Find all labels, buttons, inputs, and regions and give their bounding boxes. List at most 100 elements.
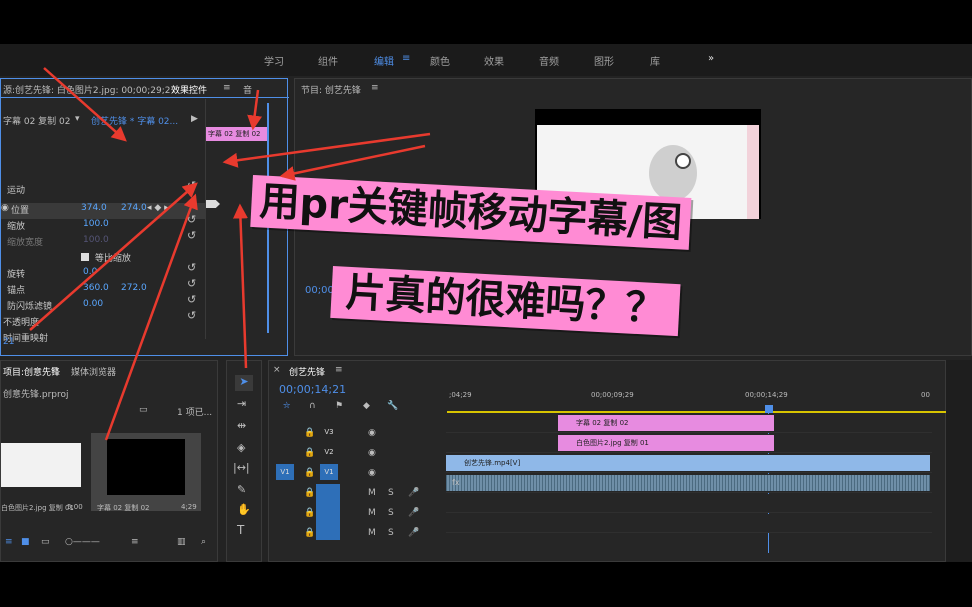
play-icon[interactable]: ▶ [191,114,198,124]
uniform-scale-row[interactable]: 等比缩放 [81,251,131,267]
eye-icon[interactable]: ◉ [368,428,376,438]
reset-icon[interactable]: ↺ [187,261,196,274]
mic-icon[interactable]: 🎤 [408,528,419,538]
type-tool-icon[interactable]: T [237,523,244,537]
panel-menu-icon[interactable]: ≡ [371,83,379,93]
scale-width-row[interactable]: 缩放宽度 100.0 [7,235,109,251]
reset-icon[interactable]: ↺ [187,179,196,192]
slip-icon[interactable]: |↔| [233,461,250,474]
effect-value[interactable]: 360.0 [83,283,109,293]
effect-value-2[interactable]: 274.0 [121,203,147,213]
marker-add-icon[interactable]: ◆ [363,401,370,411]
program-title[interactable]: 节目: 创艺先锋 [301,83,361,96]
workspace-tab-active[interactable]: 编辑 [374,53,394,68]
lock-icon[interactable]: 🔒 [304,488,315,498]
workspace-tab[interactable]: 学习 [264,53,284,68]
solo-icon[interactable]: S [388,488,394,498]
effect-value[interactable]: 0.0 [83,267,97,277]
workspace-more-icon[interactable]: » [708,53,714,64]
track-label[interactable]: V1 [320,464,338,480]
timeline-close-icon[interactable]: × [273,365,281,375]
marker-icon[interactable]: ⚑ [335,401,343,411]
panel-menu-icon[interactable]: ≡ [335,365,343,375]
track-select-icon[interactable]: ⇥ [237,397,246,410]
mic-icon[interactable]: 🎤 [408,508,419,518]
lock-icon[interactable]: 🔒 [304,468,315,478]
lock-icon[interactable]: 🔒 [304,508,315,518]
checkbox[interactable] [81,253,89,261]
search-icon[interactable]: ⌕ [201,537,206,547]
effect-timecode[interactable]: 21 [3,337,14,347]
effect-value[interactable]: 100.0 [83,235,109,245]
lock-icon[interactable]: 🔒 [304,448,315,458]
workspace-tab[interactable]: 组件 [318,53,338,68]
mini-clip[interactable]: 字幕 02 复制 02 [206,127,268,141]
razor-icon[interactable]: ◈ [237,441,245,454]
effect-clip-right[interactable]: 创艺先锋 * 字幕 02... [91,114,178,127]
reset-icon[interactable]: ↺ [187,229,196,242]
track-source[interactable]: V1 [276,464,294,480]
workspace-menu-icon[interactable]: ≡ [402,53,410,64]
anchor-row[interactable]: 锚点 360.0 272.0 [7,283,147,299]
mute-icon[interactable]: M [368,488,376,498]
workspace-tab[interactable]: 图形 [594,53,614,68]
thumbnail-white[interactable] [1,443,81,487]
list-view-icon[interactable]: ≡ [5,537,13,547]
lock-icon[interactable]: 🔒 [304,528,315,538]
reset-icon[interactable]: ↺ [187,277,196,290]
freeform-view-icon[interactable]: ▭ [41,537,50,547]
hand-icon[interactable]: ✋ [237,503,251,516]
folder-icon[interactable]: ▭ [139,405,148,415]
scale-row[interactable]: 缩放 100.0 [7,219,109,235]
icon-view-icon[interactable]: ■ [21,537,30,547]
track-label[interactable]: V2 [320,444,338,460]
reset-icon[interactable]: ↺ [187,309,196,322]
eye-icon[interactable]: ◉ [368,448,376,458]
opacity-row[interactable]: 不透明度 [3,315,39,331]
clip-audio[interactable] [446,475,930,491]
keyframe-icon[interactable] [206,200,220,208]
mic-icon[interactable]: 🎤 [408,488,419,498]
ripple-edit-icon[interactable]: ⇹ [237,419,246,432]
workspace-tab[interactable]: 音频 [539,53,559,68]
pen-icon[interactable]: ✎ [237,483,246,496]
keyframe-nav-icon[interactable]: ◂ ◆ ▸ [147,203,169,213]
solo-icon[interactable]: S [388,528,394,538]
zoom-slider[interactable]: ○——— [65,537,100,547]
motion-section[interactable]: 运动 [7,183,25,199]
magnet-icon[interactable]: ∩ [309,401,316,411]
clip-image[interactable]: 白色图片2.jpg 复制 01 [558,435,774,451]
eye-icon[interactable]: ◉ [368,468,376,478]
program-timecode[interactable]: 00;00 [305,285,334,296]
workspace-tab[interactable]: 颜色 [430,53,450,68]
tab-timeline[interactable]: 创艺先锋 [289,365,325,378]
panel-menu-icon[interactable]: ≡ [51,365,59,375]
wrench-icon[interactable]: 🔧 [387,401,398,411]
snap-icon[interactable]: ⛥ [283,401,290,411]
effect-value[interactable]: 374.0 [81,203,107,213]
effect-value[interactable]: 100.0 [83,219,109,229]
reset-icon[interactable]: ↺ [187,293,196,306]
thumbnail-selected[interactable] [91,433,201,511]
playhead-handle[interactable] [765,405,773,413]
tab-effect-controls[interactable]: 效果控件 [171,83,207,96]
reset-icon[interactable]: ↺ [187,213,196,226]
rotation-row[interactable]: 旋转 0.0 [7,267,97,283]
timeline-timecode[interactable]: 00;00;14;21 [279,383,346,396]
reset-icon[interactable]: ↺ [187,197,196,210]
chevron-down-icon[interactable]: ▾ [75,114,80,124]
work-area-bar[interactable] [447,411,947,413]
track-label[interactable]: V3 [320,424,338,440]
bin-icon[interactable]: ▥ [177,537,186,547]
workspace-tab[interactable]: 效果 [484,53,504,68]
solo-icon[interactable]: S [388,508,394,518]
mute-icon[interactable]: M [368,528,376,538]
clip-subtitle[interactable]: 字幕 02 复制 02 [558,415,774,431]
selection-tool-icon[interactable]: ➤ [235,375,253,391]
tab-audio[interactable]: 音 [243,83,252,96]
effect-menu-icon[interactable]: ≡ [223,83,231,93]
mute-icon[interactable]: M [368,508,376,518]
clip-video[interactable]: 创艺先锋.mp4[V] [446,455,930,471]
flicker-row[interactable]: 防闪烁滤镜 0.00 [7,299,103,315]
lock-icon[interactable]: 🔒 [304,428,315,438]
